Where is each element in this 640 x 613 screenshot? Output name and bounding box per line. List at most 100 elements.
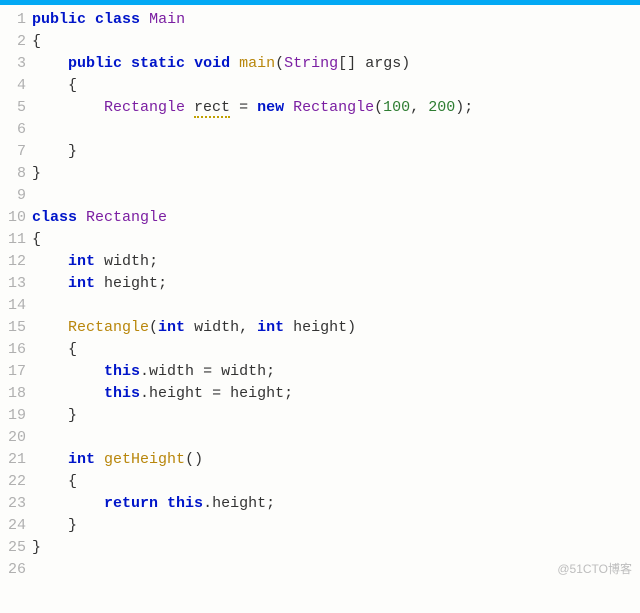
classname-main: Main	[149, 11, 185, 28]
line-number: 8	[0, 163, 26, 185]
line-number: 23	[0, 493, 26, 515]
line-number: 2	[0, 31, 26, 53]
keyword-this: this	[104, 385, 140, 402]
field-width: width	[104, 253, 149, 270]
keyword-this: this	[104, 363, 140, 380]
line-number: 10	[0, 207, 26, 229]
param-height: height	[293, 319, 347, 336]
paren-close: )	[455, 99, 464, 116]
type-int: int	[68, 275, 95, 292]
code-line: this.height = height;	[32, 383, 640, 405]
paren-open: (	[275, 55, 284, 72]
keyword-public: public	[68, 55, 122, 72]
code-line: {	[32, 75, 640, 97]
comma: ,	[239, 319, 248, 336]
code-line: int getHeight()	[32, 449, 640, 471]
line-number: 11	[0, 229, 26, 251]
line-number: 12	[0, 251, 26, 273]
line-number: 19	[0, 405, 26, 427]
keyword-return: return	[104, 495, 158, 512]
keyword-class: class	[32, 209, 77, 226]
code-content: public class Main { public static void m…	[32, 9, 640, 581]
code-line	[32, 295, 640, 317]
dot: .	[203, 495, 212, 512]
number-100: 100	[383, 99, 410, 116]
semicolon: ;	[284, 385, 293, 402]
field-width: width	[149, 363, 194, 380]
brace-open: {	[32, 33, 41, 50]
type-int: int	[257, 319, 284, 336]
brace-close: }	[32, 539, 41, 556]
code-line: public static void main(String[] args)	[32, 53, 640, 75]
keyword-void: void	[194, 55, 230, 72]
paren-open: (	[149, 319, 158, 336]
dot: .	[140, 385, 149, 402]
code-line: int height;	[32, 273, 640, 295]
code-line	[32, 185, 640, 207]
code-line: {	[32, 339, 640, 361]
brace-close: }	[32, 165, 41, 182]
line-number: 24	[0, 515, 26, 537]
type-int: int	[68, 451, 95, 468]
paren-close: )	[401, 55, 410, 72]
code-line: Rectangle rect = new Rectangle(100, 200)…	[32, 97, 640, 119]
ctor-rectangle: Rectangle	[293, 99, 374, 116]
line-number: 6	[0, 119, 26, 141]
ctor-rectangle: Rectangle	[68, 319, 149, 336]
line-number: 20	[0, 427, 26, 449]
code-line	[32, 427, 640, 449]
line-number: 16	[0, 339, 26, 361]
semicolon: ;	[149, 253, 158, 270]
code-line: {	[32, 31, 640, 53]
brace-open: {	[68, 341, 77, 358]
var-height: height	[230, 385, 284, 402]
semicolon: ;	[266, 495, 275, 512]
line-number: 15	[0, 317, 26, 339]
keyword-class: class	[95, 11, 140, 28]
line-number: 9	[0, 185, 26, 207]
brace-open: {	[68, 77, 77, 94]
code-line: }	[32, 405, 640, 427]
paren-close: )	[194, 451, 203, 468]
code-line: }	[32, 515, 640, 537]
line-number: 17	[0, 361, 26, 383]
code-line: {	[32, 471, 640, 493]
keyword-static: static	[131, 55, 185, 72]
brace-close: }	[68, 407, 77, 424]
keyword-this: this	[167, 495, 203, 512]
number-200: 200	[428, 99, 455, 116]
code-viewer: 1234567891011121314151617181920212223242…	[0, 5, 640, 581]
code-line	[32, 119, 640, 141]
code-line: public class Main	[32, 9, 640, 31]
code-line: }	[32, 537, 640, 559]
type-int: int	[158, 319, 185, 336]
line-number: 5	[0, 97, 26, 119]
brace-close: }	[68, 517, 77, 534]
semicolon: ;	[464, 99, 473, 116]
brace-close: }	[68, 143, 77, 160]
code-line	[32, 559, 640, 581]
comma: ,	[410, 99, 419, 116]
paren-open: (	[374, 99, 383, 116]
bracket-close: ]	[347, 55, 356, 72]
type-int: int	[68, 253, 95, 270]
code-line: {	[32, 229, 640, 251]
line-number: 13	[0, 273, 26, 295]
classname-rectangle: Rectangle	[86, 209, 167, 226]
brace-open: {	[32, 231, 41, 248]
paren-close: )	[347, 319, 356, 336]
line-number: 14	[0, 295, 26, 317]
code-line: class Rectangle	[32, 207, 640, 229]
field-height: height	[149, 385, 203, 402]
line-number: 7	[0, 141, 26, 163]
keyword-new: new	[257, 99, 284, 116]
line-number: 18	[0, 383, 26, 405]
param-args: args	[365, 55, 401, 72]
code-line: return this.height;	[32, 493, 640, 515]
line-number: 4	[0, 75, 26, 97]
paren-open: (	[185, 451, 194, 468]
brace-open: {	[68, 473, 77, 490]
line-number: 25	[0, 537, 26, 559]
op-equals: =	[203, 363, 212, 380]
keyword-public: public	[32, 11, 86, 28]
